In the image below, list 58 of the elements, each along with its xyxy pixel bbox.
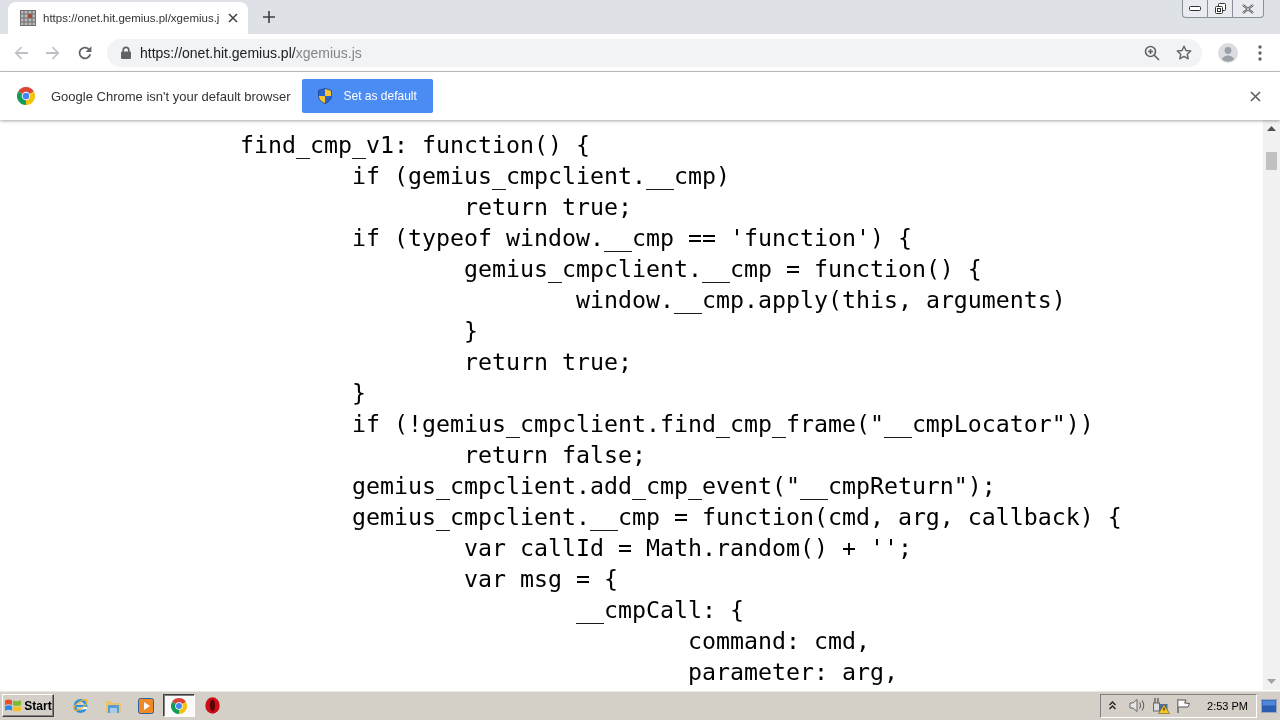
reload-icon [77,44,93,61]
code-line: __cmpCall: { [575,594,744,625]
up-triangle-icon [1267,126,1276,131]
browser-e-icon [71,697,89,714]
start-button[interactable]: Start [2,694,54,717]
back-arrow-icon [13,44,29,61]
code-line: if (gemius_cmpclient.__cmp) [351,160,730,191]
minimize-icon [1189,6,1201,11]
flag-icon[interactable] [1176,697,1191,714]
code-line: return false; [463,439,646,470]
code-line: gemius_cmpclient.__cmp = function() { [463,253,982,284]
code-line: window.__cmp.apply(this, arguments) [575,284,1066,315]
close-icon [227,13,238,23]
code-line: return true; [463,191,632,222]
grid-icon [20,10,36,26]
down-triangle-icon [1267,679,1276,684]
code-line: parameter: arg, [687,656,898,687]
play-icon [138,697,154,714]
clock[interactable]: 2:53 PM [1207,699,1248,712]
opera-icon [204,697,220,714]
scrollbar-thumb[interactable] [1266,152,1277,170]
taskbar-button[interactable] [163,694,195,717]
menu-icon [1258,44,1262,61]
code-line: } [463,315,478,346]
close-icon [1249,90,1261,102]
network-warning-icon[interactable] [1152,697,1170,714]
close-icon [1242,3,1254,14]
avatar-icon [1218,42,1238,63]
address-field[interactable]: https://onet.hit.gemius.pl/xgemius.js [107,38,1202,67]
star-icon [1176,44,1192,61]
desktop-icon [1261,698,1277,713]
windows-flag-icon [4,698,23,713]
code-line: gemius_cmpclient.add_cmp_event("__cmpReturn"); [351,470,996,501]
code-line: } [351,377,366,408]
chrome-icon [17,87,35,105]
code-line: command: cmd, [687,625,870,656]
code-line: return true; [463,346,632,377]
url-text: https://onet.hit.gemius.pl/xgemius.js [140,44,363,61]
code-line: var msg = { [463,563,618,594]
restore-icon [1214,3,1226,14]
plus-icon [263,11,275,23]
code-line: find_cmp_v1: function() { [240,129,590,160]
forward-arrow-icon [45,44,61,61]
show-hidden-icons-button[interactable] [1108,699,1117,712]
zoom-in-icon [1144,44,1160,61]
code-line: if (!gemius_cmpclient.find_cmp_frame("__cmpLocator")) [351,408,1094,439]
code-line: if (typeof window.__cmp == 'function') { [351,222,912,253]
code-line: var callId = Math.random() + ''; [463,532,912,563]
chrome-icon [171,697,187,714]
lock-icon [121,46,131,59]
infobar-close-button[interactable] [1247,88,1263,104]
speaker-icon[interactable] [1129,698,1146,713]
shield-icon [318,88,333,104]
browser-tab[interactable]: https://onet.hit.gemius.pl/xgemius.j [8,2,248,34]
chevron-up-icon [1109,701,1116,710]
show-desktop-button[interactable] [1260,696,1278,715]
infobar-message: Google Chrome isn't your default browser [51,88,291,104]
code-line: gemius_cmpclient.__cmp = function(cmd, arg, callback) { [351,501,1122,532]
